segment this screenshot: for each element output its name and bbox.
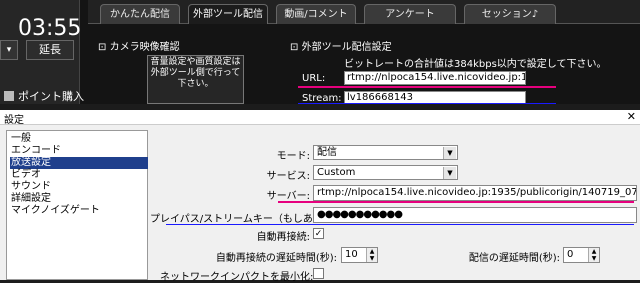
tab-survey[interactable]: アンケート: [364, 4, 456, 24]
settings-icon: ⊡: [290, 42, 299, 53]
stream-underline: [298, 103, 556, 104]
url-label: URL:: [302, 73, 326, 84]
mode-label: モード:: [276, 151, 310, 162]
minimize-network-checkbox[interactable]: [313, 268, 324, 279]
mode-value: 配信: [317, 147, 337, 158]
server-underline: [278, 201, 634, 203]
buy-points-label: ポイント購入: [18, 90, 84, 103]
camera-icon: ⊡: [98, 42, 107, 53]
settings-dialog: 設定 ✕ 一般 エンコード 放送設定 ビデオ サウンド 詳細設定 マイクノイズゲ…: [0, 110, 640, 283]
bitrate-note: ビットレートの合計値は384kbps以内で設定して下さい。: [344, 59, 607, 70]
reconnect-checkbox[interactable]: ✓: [313, 228, 324, 239]
extend-button[interactable]: 延長: [26, 40, 74, 60]
broadcast-delay-label: 配信の遅延時間(秒):: [468, 253, 560, 264]
broadcast-app: 03:55 ▾ 延長 ポイント購入 かんたん配信 外部ツール配信 動画/コメント…: [0, 0, 640, 104]
minimize-network-label: ネットワークインパクトを最小化:: [160, 272, 314, 283]
tab-video-comment[interactable]: 動画/コメント: [276, 4, 356, 24]
stream-key-label: プレイパス/ストリームキー（もしあれば）:: [150, 214, 347, 225]
camera-note: 音量設定や画質設定は外部ツール側で行って下さい。: [150, 57, 241, 89]
tab-session[interactable]: セッション♪: [464, 4, 556, 24]
mode-select[interactable]: 配信 ▼: [313, 145, 458, 160]
reconnect-label: 自動再接続:: [256, 232, 310, 243]
category-sound[interactable]: サウンド: [10, 181, 148, 193]
camera-section-title: ⊡ カメラ映像確認: [98, 42, 180, 53]
category-general[interactable]: 一般: [10, 133, 148, 145]
service-label: サービス:: [266, 171, 310, 182]
dialog-title: 設定: [4, 115, 24, 126]
settings-category-list: 一般 エンコード 放送設定 ビデオ サウンド 詳細設定 マイクノイズゲート: [6, 130, 148, 280]
service-select[interactable]: Custom ▼: [313, 165, 458, 180]
buy-points-link[interactable]: ポイント購入: [4, 88, 84, 104]
category-mic-noise-gate[interactable]: マイクノイズゲート: [10, 205, 148, 217]
spin-buttons[interactable]: ▲ ▼: [366, 248, 377, 262]
category-broadcast[interactable]: 放送設定: [10, 157, 148, 169]
category-encode[interactable]: エンコード: [10, 145, 148, 157]
reconnect-delay-value: 10: [345, 249, 358, 260]
coin-icon: [4, 91, 14, 101]
reconnect-delay-spinner[interactable]: 10 ▲ ▼: [341, 247, 378, 263]
url-field[interactable]: rtmp://nlpoca154.live.nicovideo.jp:1935/…: [344, 71, 526, 85]
server-label: サーバー:: [266, 191, 310, 202]
category-advanced[interactable]: 詳細設定: [10, 193, 148, 205]
category-video[interactable]: ビデオ: [10, 169, 148, 181]
close-icon[interactable]: ✕: [627, 110, 636, 123]
chevron-down-icon[interactable]: ▾: [0, 40, 18, 60]
server-field[interactable]: rtmp://nlpoca154.live.nicovideo.jp:1935/…: [313, 185, 637, 201]
broadcast-delay-spinner[interactable]: 0 ▲ ▼: [563, 247, 600, 263]
spin-buttons[interactable]: ▲ ▼: [588, 248, 599, 262]
reconnect-delay-label: 自動再接続の遅延時間(秒):: [215, 253, 337, 264]
time-display: 03:55: [18, 16, 82, 41]
dialog-titlebar: 設定 ✕: [0, 110, 640, 126]
broadcast-delay-value: 0: [567, 249, 574, 260]
url-underline: [298, 86, 556, 88]
tab-external-tool[interactable]: 外部ツール配信: [188, 4, 268, 24]
ext-section-title: ⊡ 外部ツール配信設定: [290, 42, 392, 53]
chevron-down-icon: ▼: [443, 147, 456, 159]
stream-key-underline: [166, 224, 634, 225]
service-value: Custom: [317, 167, 356, 178]
chevron-down-icon: ▼: [443, 167, 456, 179]
tab-easy-broadcast[interactable]: かんたん配信: [100, 4, 180, 24]
stream-key-field[interactable]: ●●●●●●●●●●●: [313, 207, 637, 223]
